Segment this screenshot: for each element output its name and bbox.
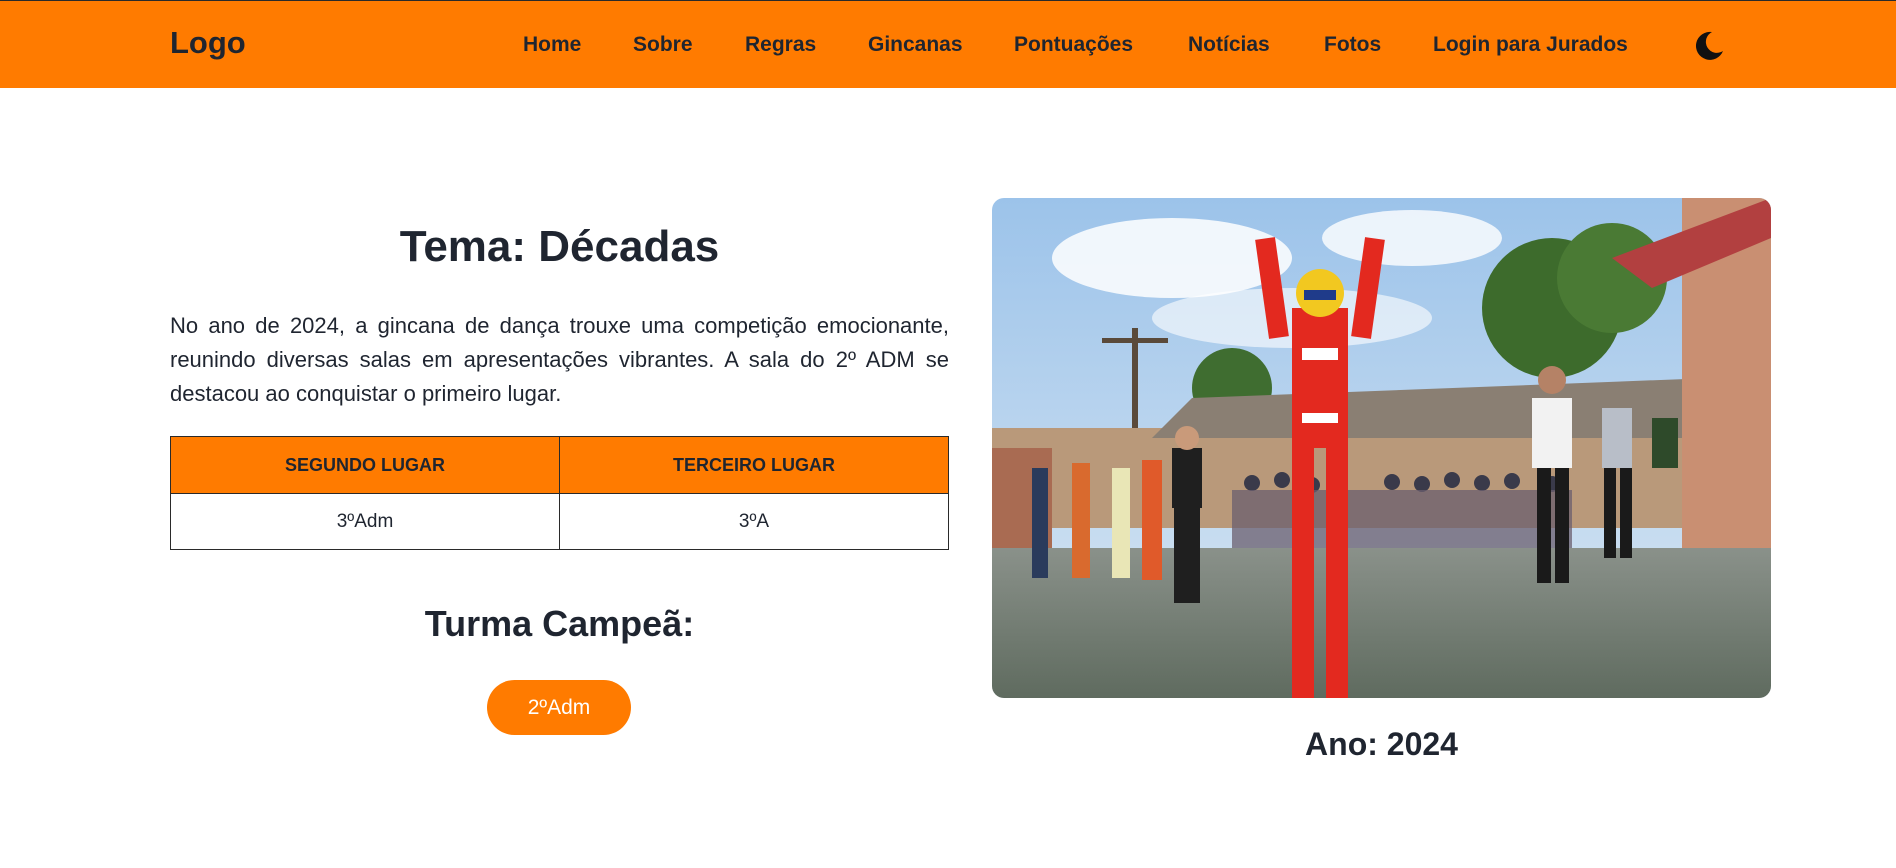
nav-sobre[interactable]: Sobre (633, 33, 693, 57)
nav-pontuacoes[interactable]: Pontuações (1014, 33, 1133, 57)
nav-regras[interactable]: Regras (745, 33, 816, 57)
third-place-value: 3ºA (559, 493, 949, 550)
description: No ano de 2024, a gincana de dança troux… (170, 313, 949, 406)
nav-noticias[interactable]: Notícias (1188, 33, 1270, 57)
header-second-place: SEGUNDO LUGAR (170, 436, 560, 494)
nav-gincanas[interactable]: Gincanas (868, 33, 963, 57)
second-place-value: 3ºAdm (170, 493, 560, 550)
navbar: Logo Home Sobre Regras Gincanas Pontuaçõ… (0, 0, 1896, 88)
placings-table: SEGUNDO LUGAR TERCEIRO LUGAR 3ºAdm 3ºA (170, 436, 949, 550)
theme-title: Tema: Décadas (399, 222, 720, 271)
champion-badge[interactable]: 2ºAdm (487, 680, 631, 735)
nav-links: Home Sobre Regras Gincanas Pontuações No… (0, 1, 1896, 89)
theme-toggle-button[interactable] (1692, 29, 1726, 63)
nav-home[interactable]: Home (523, 33, 581, 57)
moon-icon (1695, 31, 1723, 60)
nav-fotos[interactable]: Fotos (1324, 33, 1381, 57)
table-row: 3ºAdm 3ºA (170, 493, 949, 550)
dance-photo (992, 198, 1771, 698)
nav-login-jurados[interactable]: Login para Jurados (1433, 33, 1628, 57)
year-caption: Ano: 2024 (1305, 726, 1458, 762)
header-third-place: TERCEIRO LUGAR (559, 436, 949, 494)
table-header-row: SEGUNDO LUGAR TERCEIRO LUGAR (170, 436, 949, 494)
dance-photo-illustration (992, 198, 1771, 698)
champion-title: Turma Campeã: (424, 603, 695, 644)
